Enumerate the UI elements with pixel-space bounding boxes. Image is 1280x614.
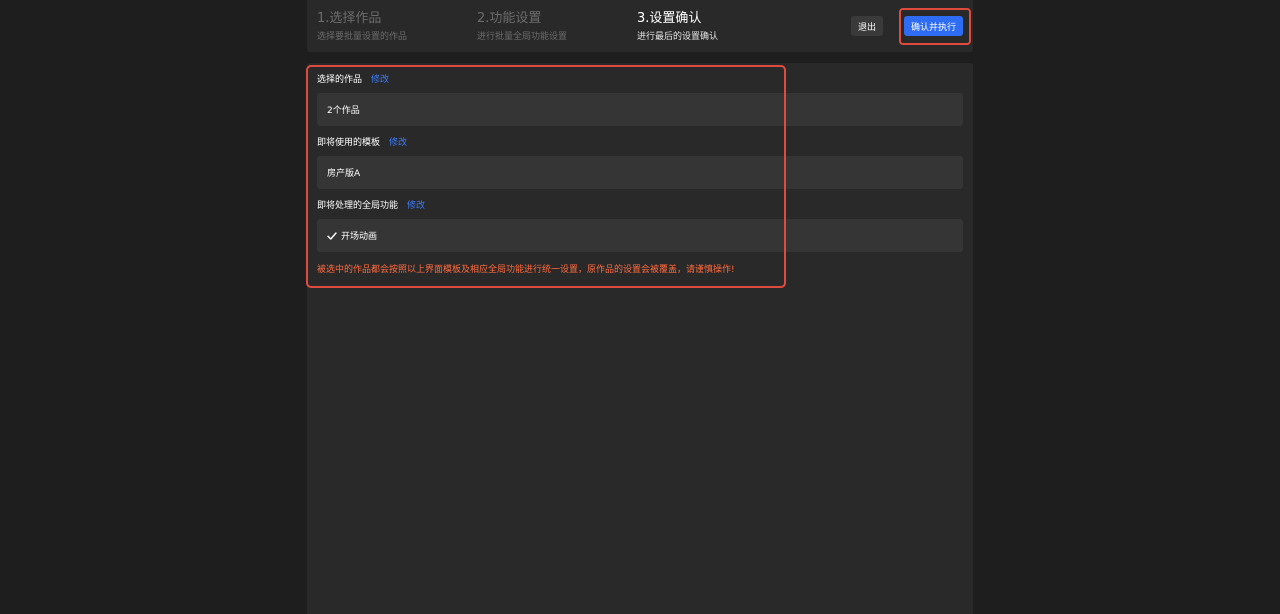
check-icon xyxy=(327,231,337,241)
step-1-title: 1.选择作品 xyxy=(317,11,382,26)
template-section-label: 即将使用的模板 修改 xyxy=(317,137,407,149)
step-1-subtitle: 选择要批量设置的作品 xyxy=(317,32,408,42)
step-3-title: 3.设置确认 xyxy=(637,11,702,26)
step-2-subtitle: 进行批量全局功能设置 xyxy=(477,32,568,42)
works-value: 2个作品 xyxy=(327,106,360,116)
exit-button[interactable]: 退出 xyxy=(851,16,883,36)
step-3[interactable]: 3.设置确认 进行最后的设置确认 xyxy=(637,10,718,43)
feature-item-opening-animation: 开场动画 xyxy=(341,232,378,242)
features-value-box: 开场动画 xyxy=(317,219,963,252)
template-value-box: 房产版A xyxy=(317,156,963,189)
features-section-label: 即将处理的全局功能 修改 xyxy=(317,200,425,212)
step-2-title: 2.功能设置 xyxy=(477,11,542,26)
edit-template-link[interactable]: 修改 xyxy=(389,138,407,148)
works-value-box: 2个作品 xyxy=(317,93,963,126)
works-label: 选择的作品 xyxy=(317,75,363,85)
edit-works-link[interactable]: 修改 xyxy=(371,75,389,85)
edit-features-link[interactable]: 修改 xyxy=(407,201,425,211)
overwrite-warning: 被选中的作品都会按照以上界面模板及相应全局功能进行统一设置，原作品的设置会被覆盖… xyxy=(317,265,735,275)
step-1[interactable]: 1.选择作品 选择要批量设置的作品 xyxy=(317,10,407,43)
works-section-label: 选择的作品 修改 xyxy=(317,74,389,86)
confirm-execute-button[interactable]: 确认并执行 xyxy=(904,16,963,36)
features-label: 即将处理的全局功能 xyxy=(317,201,399,211)
template-value: 房产版A xyxy=(327,169,361,179)
template-label: 即将使用的模板 xyxy=(317,138,381,148)
step-2[interactable]: 2.功能设置 进行批量全局功能设置 xyxy=(477,10,567,43)
step-3-subtitle: 进行最后的设置确认 xyxy=(637,32,719,42)
